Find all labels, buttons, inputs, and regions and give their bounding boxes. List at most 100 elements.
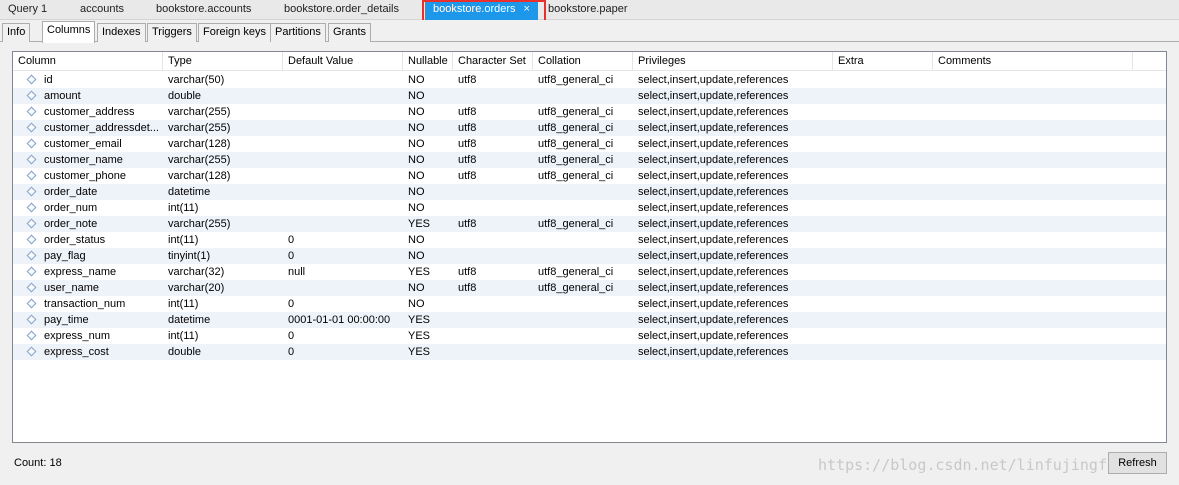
cell-character-set: utf8 — [458, 154, 477, 166]
table-row[interactable]: order_num int(11) NO select,insert,update,r… — [13, 200, 1166, 216]
cell-type: varchar(20) — [168, 282, 225, 294]
cell-character-set — [453, 200, 533, 216]
tab-grants[interactable]: Grants — [328, 23, 372, 42]
cell-column-name: amount — [44, 90, 81, 102]
table-row[interactable]: pay_time datetime 0001-01-01 00:00:00 YES se… — [13, 312, 1166, 328]
cell-default-value — [283, 104, 403, 120]
header-extra[interactable]: Extra — [833, 52, 933, 71]
cell-nullable: NO — [408, 186, 425, 198]
header-default-value[interactable]: Default Value — [283, 52, 403, 71]
table-row[interactable]: id varchar(50) NO utf8 utf8_general_ci select… — [13, 72, 1166, 88]
tab-info[interactable]: Info — [2, 23, 31, 42]
editor-tab-bookstore-orders[interactable]: bookstore.orders × — [425, 0, 538, 20]
cell-collation — [533, 296, 633, 312]
cell-collation: utf8_general_ci — [538, 122, 614, 134]
cell-nullable: NO — [408, 202, 425, 214]
header-privileges[interactable]: Privileges — [633, 52, 833, 71]
table-row[interactable]: order_date datetime NO select,insert,update… — [13, 184, 1166, 200]
cell-privileges: select,insert,update,references — [638, 170, 789, 182]
column-diamond-icon — [26, 346, 37, 357]
table-row[interactable]: customer_addressdet... varchar(255) NO utf8… — [13, 120, 1166, 136]
cell-default-value: 0 — [288, 298, 295, 310]
header-nullable[interactable]: Nullable — [403, 52, 453, 71]
cell-nullable: NO — [408, 170, 425, 182]
header-collation[interactable]: Collation — [533, 52, 633, 71]
cell-column-name: order_note — [44, 218, 98, 230]
watermark: https://blog.csdn.net/linfujingfu — [818, 456, 1117, 474]
cell-privileges: select,insert,update,references — [638, 346, 789, 358]
cell-column-name: customer_addressdet... — [44, 122, 159, 134]
column-diamond-icon — [26, 282, 37, 293]
cell-character-set — [453, 184, 533, 200]
tab-columns[interactable]: Columns — [42, 21, 96, 43]
tab-partitions[interactable]: Partitions — [270, 23, 326, 42]
editor-tab-bookstore-accounts[interactable]: bookstore.accounts — [148, 0, 259, 20]
cell-type: varchar(255) — [168, 218, 231, 230]
cell-column-name: express_cost — [44, 346, 109, 358]
tab-foreign-keys[interactable]: Foreign keys — [198, 23, 271, 42]
editor-tab-bookstore-order-details[interactable]: bookstore.order_details — [276, 0, 407, 20]
cell-collation: utf8_general_ci — [538, 170, 614, 182]
cell-privileges: select,insert,update,references — [638, 218, 789, 230]
cell-column-name: order_status — [44, 234, 106, 246]
column-diamond-icon — [26, 186, 37, 197]
cell-column-name: pay_flag — [44, 250, 86, 262]
cell-nullable: YES — [408, 314, 431, 326]
cell-privileges: select,insert,update,references — [638, 122, 789, 134]
cell-type: datetime — [168, 314, 211, 326]
cell-privileges: select,insert,update,references — [638, 74, 789, 86]
cell-character-set — [453, 296, 533, 312]
tab-indexes[interactable]: Indexes — [97, 23, 146, 42]
cell-collation — [533, 88, 633, 104]
cell-type: int(11) — [168, 298, 199, 310]
header-column[interactable]: Column — [13, 52, 163, 71]
cell-privileges: select,insert,update,references — [638, 330, 789, 342]
row-count: Count: 18 — [14, 457, 62, 469]
header-character-set[interactable]: Character Set — [453, 52, 533, 71]
cell-character-set: utf8 — [458, 74, 477, 86]
editor-tab-bookstore-paper[interactable]: bookstore.paper — [540, 0, 636, 20]
columns-grid[interactable]: Column Type Default Value Nullable Character… — [12, 51, 1167, 443]
table-row[interactable]: customer_email varchar(128) NO utf8 utf8_gen… — [13, 136, 1166, 152]
cell-nullable: NO — [408, 250, 425, 262]
table-row[interactable]: pay_flag tinyint(1) 0 NO select,insert,updat… — [13, 248, 1166, 264]
column-diamond-icon — [26, 90, 37, 101]
editor-tab-accounts[interactable]: accounts — [72, 0, 132, 20]
cell-collation — [533, 200, 633, 216]
refresh-button[interactable]: Refresh — [1108, 452, 1167, 474]
header-type[interactable]: Type — [163, 52, 283, 71]
table-row[interactable]: amount double NO select,insert,update,refer… — [13, 88, 1166, 104]
table-row[interactable]: customer_name varchar(255) NO utf8 utf8_gene… — [13, 152, 1166, 168]
cell-collation — [533, 344, 633, 360]
table-row[interactable]: express_name varchar(32) null YES utf8 utf8_g… — [13, 264, 1166, 280]
cell-character-set: utf8 — [458, 122, 477, 134]
column-diamond-icon — [26, 330, 37, 341]
cell-privileges: select,insert,update,references — [638, 154, 789, 166]
cell-type: varchar(255) — [168, 122, 231, 134]
cell-default-value: 0 — [288, 234, 295, 246]
cell-privileges: select,insert,update,references — [638, 90, 789, 102]
close-icon[interactable]: × — [524, 3, 530, 15]
table-row[interactable]: user_name varchar(20) NO utf8 utf8_general_c… — [13, 280, 1166, 296]
column-diamond-icon — [26, 138, 37, 149]
table-row[interactable]: customer_address varchar(255) NO utf8 utf8_g… — [13, 104, 1166, 120]
cell-character-set: utf8 — [458, 266, 477, 278]
cell-collation — [533, 232, 633, 248]
table-row[interactable]: express_cost double 0 YES select,insert,upda… — [13, 344, 1166, 360]
table-row[interactable]: transaction_num int(11) 0 NO select,insert,u… — [13, 296, 1166, 312]
cell-collation: utf8_general_ci — [538, 282, 614, 294]
cell-character-set: utf8 — [458, 106, 477, 118]
cell-type: int(11) — [168, 202, 199, 214]
cell-default-value: null — [288, 266, 306, 278]
table-row[interactable]: order_status int(11) 0 NO select,insert,upda… — [13, 232, 1166, 248]
header-comments[interactable]: Comments — [933, 52, 1133, 71]
column-diamond-icon — [26, 170, 37, 181]
cell-privileges: select,insert,update,references — [638, 314, 789, 326]
cell-default-value — [283, 200, 403, 216]
editor-tab-query-1[interactable]: Query 1 — [0, 0, 55, 20]
table-row[interactable]: customer_phone varchar(128) NO utf8 utf8_gen… — [13, 168, 1166, 184]
table-row[interactable]: express_num int(11) 0 YES select,insert,upda… — [13, 328, 1166, 344]
table-row[interactable]: order_note varchar(255) YES utf8 utf8_genera… — [13, 216, 1166, 232]
tab-triggers[interactable]: Triggers — [147, 23, 197, 42]
cell-character-set: utf8 — [458, 170, 477, 182]
